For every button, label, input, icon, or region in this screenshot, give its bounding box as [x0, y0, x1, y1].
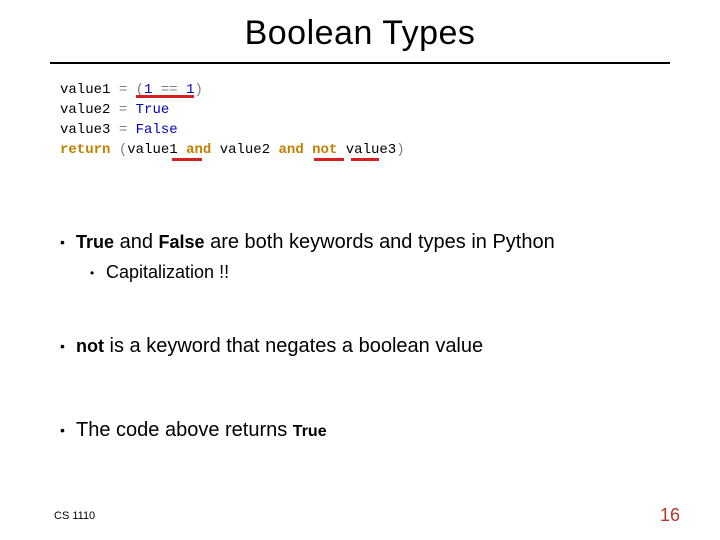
bullet-text: The code above returns True: [76, 418, 670, 442]
underline-mark: [351, 158, 379, 161]
text-fragment: The code above returns: [76, 419, 293, 441]
footer-course: CS 1110: [54, 510, 95, 522]
code-token: ): [194, 82, 202, 98]
code-token: value1: [60, 82, 110, 98]
inline-code: True: [293, 423, 327, 440]
slide-title: Boolean Types: [0, 14, 720, 53]
underline-mark: [314, 158, 344, 161]
bullet-item: • not is a keyword that negates a boolea…: [60, 334, 670, 358]
code-token: return: [60, 142, 110, 158]
code-token: value1: [127, 142, 177, 158]
code-token: =: [119, 102, 127, 118]
text-fragment: and: [114, 231, 158, 253]
text-fragment: is a keyword that negates a boolean valu…: [104, 335, 483, 357]
text-fragment: are both keywords and types in Python: [205, 231, 555, 253]
code-token: and: [279, 142, 304, 158]
inline-code: False: [159, 232, 205, 252]
code-token: (: [119, 142, 127, 158]
code-token: value3: [60, 122, 110, 138]
bullet-text: Capitalization !!: [106, 262, 670, 284]
bullet-text: True and False are both keywords and typ…: [76, 230, 670, 254]
bullet-dot-icon: •: [60, 418, 76, 442]
bullet-dot-icon: •: [90, 262, 106, 284]
inline-code: True: [76, 232, 114, 252]
bullet-dot-icon: •: [60, 230, 76, 254]
code-token: =: [119, 82, 127, 98]
code-token: value3: [346, 142, 396, 158]
code-token: False: [136, 122, 178, 138]
title-divider: [50, 62, 670, 64]
bullet-item: • The code above returns True: [60, 418, 670, 442]
bullet-dot-icon: •: [60, 334, 76, 358]
code-token: ): [396, 142, 404, 158]
bullet-list: • True and False are both keywords and t…: [60, 230, 670, 450]
bullet-item: • True and False are both keywords and t…: [60, 230, 670, 254]
code-block: value1 = (1 == 1) value2 = True value3 =…: [60, 80, 405, 160]
code-token: value2: [220, 142, 270, 158]
inline-code: not: [76, 336, 104, 356]
footer-page-number: 16: [660, 505, 680, 526]
code-token: =: [119, 122, 127, 138]
code-token: value2: [60, 102, 110, 118]
slide: Boolean Types value1 = (1 == 1) value2 =…: [0, 0, 720, 540]
code-token: and: [186, 142, 211, 158]
underline-mark: [136, 95, 194, 98]
code-token: True: [136, 102, 170, 118]
underline-mark: [172, 158, 202, 161]
code-token: not: [312, 142, 337, 158]
bullet-text: not is a keyword that negates a boolean …: [76, 334, 670, 358]
sub-bullet-item: • Capitalization !!: [90, 262, 670, 284]
